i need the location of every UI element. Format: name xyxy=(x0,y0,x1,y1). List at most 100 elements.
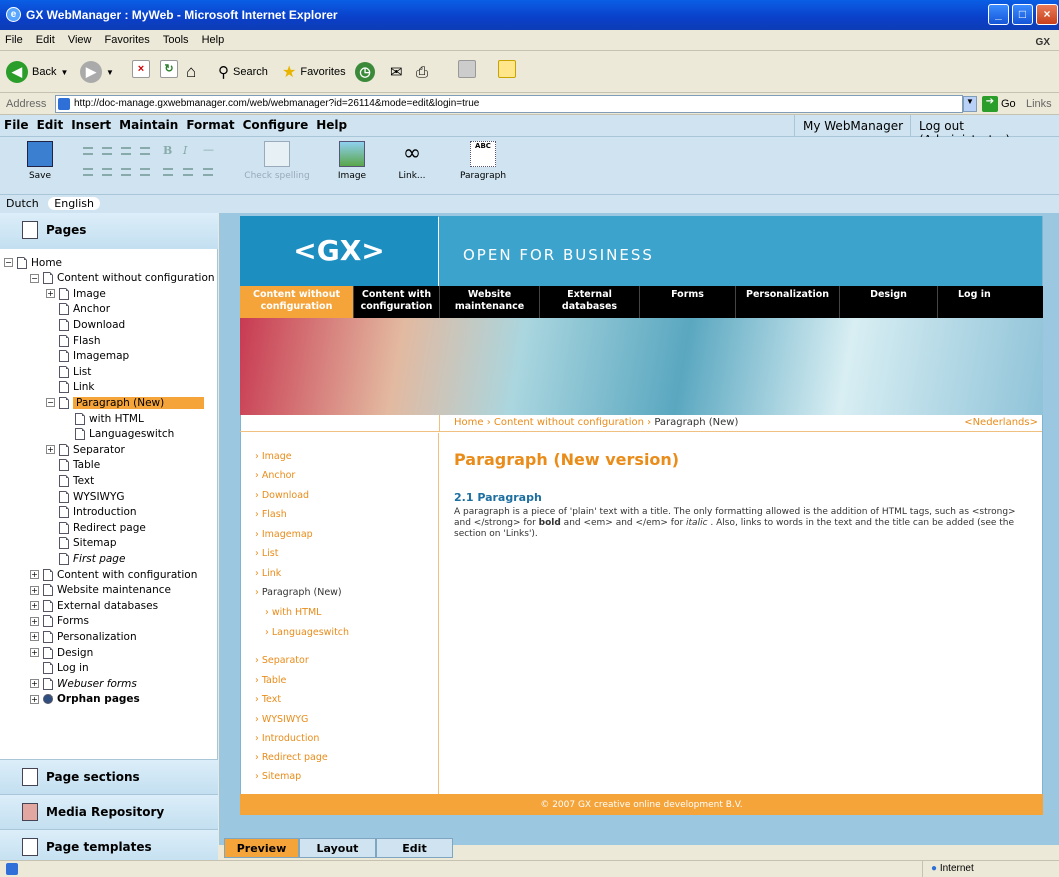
nav-log-in[interactable]: Log in xyxy=(938,286,1043,318)
tab-preview[interactable]: Preview xyxy=(224,838,299,858)
site-logo[interactable]: <GX> xyxy=(240,216,438,286)
subnav-item[interactable]: › Text xyxy=(255,694,281,705)
nav-forms[interactable]: Forms xyxy=(640,286,736,318)
tree-item[interactable]: − Content without configuration xyxy=(30,271,215,286)
mail-icon[interactable]: ✉ xyxy=(390,60,403,84)
favorites-button[interactable]: ★ Favorites xyxy=(282,60,346,84)
align-right-icon[interactable] xyxy=(121,147,131,155)
ie-menu-edit[interactable]: Edit xyxy=(31,30,60,46)
subnav-item[interactable]: › Link xyxy=(255,568,281,579)
edit-icon[interactable] xyxy=(458,60,476,78)
subnav-item[interactable]: › Sitemap xyxy=(255,771,301,782)
forward-button[interactable]: ▶ ▼ xyxy=(80,60,114,84)
minimize-icon[interactable]: _ xyxy=(988,4,1009,25)
tree-item[interactable]: Sitemap xyxy=(46,536,117,551)
address-input[interactable]: http://doc-manage.gxwebmanager.com/web/w… xyxy=(55,95,963,113)
tree-item[interactable]: + Forms xyxy=(30,614,89,629)
expand-icon[interactable]: + xyxy=(30,585,39,595)
tree-item[interactable]: Link xyxy=(46,380,95,395)
history-icon[interactable]: ◷ xyxy=(355,62,375,82)
tree-item[interactable]: + Personalization xyxy=(30,629,137,644)
tab-edit[interactable]: Edit xyxy=(376,838,453,858)
expand-icon[interactable]: + xyxy=(30,601,39,611)
language-switch-link[interactable]: <Nederlands> xyxy=(964,417,1038,428)
tree-item[interactable]: WYSIWYG xyxy=(46,489,125,504)
gx-menu-format[interactable]: Format xyxy=(182,115,238,132)
refresh-icon[interactable]: ↻ xyxy=(160,60,178,78)
tree-item[interactable]: − Home xyxy=(4,255,62,270)
stop-icon[interactable]: × xyxy=(132,60,150,78)
breadcrumb-home[interactable]: Home xyxy=(454,417,484,428)
tree-item[interactable]: + Separator xyxy=(46,442,125,457)
outdent-icon[interactable] xyxy=(121,168,131,176)
numbered-list-icon[interactable] xyxy=(102,168,112,176)
tree-item[interactable]: First page xyxy=(46,551,125,566)
gx-menu-help[interactable]: Help xyxy=(312,115,351,132)
home-icon[interactable]: ⌂ xyxy=(186,60,196,84)
tree-item[interactable]: Text xyxy=(46,473,94,488)
tree-item[interactable]: + Design xyxy=(30,645,93,660)
tree-item[interactable]: + Website maintenance xyxy=(30,583,171,598)
justify-icon[interactable] xyxy=(140,147,150,155)
bold-icon[interactable]: B xyxy=(163,144,172,157)
tree-item[interactable]: Log in xyxy=(30,661,89,676)
tree-item[interactable]: + External databases xyxy=(30,598,158,613)
nav-personalization[interactable]: Personalization xyxy=(736,286,840,318)
collapse-icon[interactable]: − xyxy=(30,273,39,283)
address-dropdown-icon[interactable]: ▼ xyxy=(963,96,977,112)
expand-icon[interactable]: + xyxy=(30,694,39,704)
italic-icon[interactable]: I xyxy=(183,144,187,157)
check-spelling-button[interactable]: Check spelling xyxy=(232,141,322,181)
tree-item[interactable]: Languageswitch xyxy=(62,427,174,442)
tab-layout[interactable]: Layout xyxy=(299,838,376,858)
ie-menu-help[interactable]: Help xyxy=(197,30,230,46)
breadcrumb-parent[interactable]: Content without configuration xyxy=(494,417,644,428)
nav-content-without-configuration[interactable]: Content without configuration xyxy=(240,286,354,318)
align-left2-icon[interactable] xyxy=(163,168,173,176)
ie-menu-favorites[interactable]: Favorites xyxy=(100,30,155,46)
nav-website-maintenance[interactable]: Website maintenance xyxy=(440,286,540,318)
page-templates-panel-header[interactable]: Page templates xyxy=(0,829,218,864)
tree-item[interactable]: List xyxy=(46,364,91,379)
links-label[interactable]: Links xyxy=(1026,98,1052,110)
subnav-item[interactable]: › Anchor xyxy=(255,470,295,481)
gx-menu-maintain[interactable]: Maintain xyxy=(115,115,182,132)
align-center-icon[interactable] xyxy=(102,147,112,155)
tree-item[interactable]: Anchor xyxy=(46,302,110,317)
print-icon[interactable]: ⎙ xyxy=(416,60,428,84)
expand-icon[interactable]: + xyxy=(46,445,55,455)
bullet-list-icon[interactable] xyxy=(83,168,93,176)
window-titlebar[interactable]: e GX WebManager : MyWeb - Microsoft Inte… xyxy=(0,0,1059,30)
subnav-item[interactable]: › Table xyxy=(255,675,286,686)
maximize-icon[interactable]: □ xyxy=(1012,4,1033,25)
line-icon[interactable]: — xyxy=(203,143,214,156)
gx-menu-file[interactable]: File xyxy=(0,115,33,132)
gx-menu-configure[interactable]: Configure xyxy=(239,115,313,132)
align-left-icon[interactable] xyxy=(83,147,93,155)
search-button[interactable]: ⚲ Search xyxy=(218,60,268,84)
indent-icon[interactable] xyxy=(140,168,150,176)
media-repository-panel-header[interactable]: Media Repository xyxy=(0,794,218,829)
tree-item[interactable]: + Image xyxy=(46,286,106,301)
go-button[interactable]: ➔ Go xyxy=(982,96,1016,112)
link-button[interactable]: ∞ Link... xyxy=(392,141,432,181)
tree-item[interactable]: + Orphan pages xyxy=(30,692,140,707)
align-center2-icon[interactable] xyxy=(183,168,193,176)
ie-menu-file[interactable]: File xyxy=(0,30,28,46)
nav-content-with-configuration[interactable]: Content with configuration xyxy=(354,286,440,318)
page-sections-panel-header[interactable]: Page sections xyxy=(0,759,218,794)
logout-link[interactable]: Log out (Administrator) xyxy=(910,115,1059,147)
tree-item[interactable]: Download xyxy=(46,317,125,332)
expand-icon[interactable]: + xyxy=(46,289,55,299)
expand-icon[interactable]: + xyxy=(30,616,39,626)
gx-menu-insert[interactable]: Insert xyxy=(67,115,115,132)
expand-icon[interactable]: + xyxy=(30,570,39,579)
tree-item[interactable]: + Webuser forms xyxy=(30,676,137,691)
tree-item[interactable]: + Content with configuration xyxy=(30,567,197,582)
tree-item[interactable]: Table xyxy=(46,458,100,473)
close-icon[interactable]: × xyxy=(1036,4,1058,25)
collapse-icon[interactable]: − xyxy=(46,398,55,408)
subnav-item[interactable]: › Paragraph (New) xyxy=(255,587,342,598)
subnav-item[interactable]: › List xyxy=(255,548,278,559)
save-button[interactable]: Save xyxy=(20,141,60,181)
